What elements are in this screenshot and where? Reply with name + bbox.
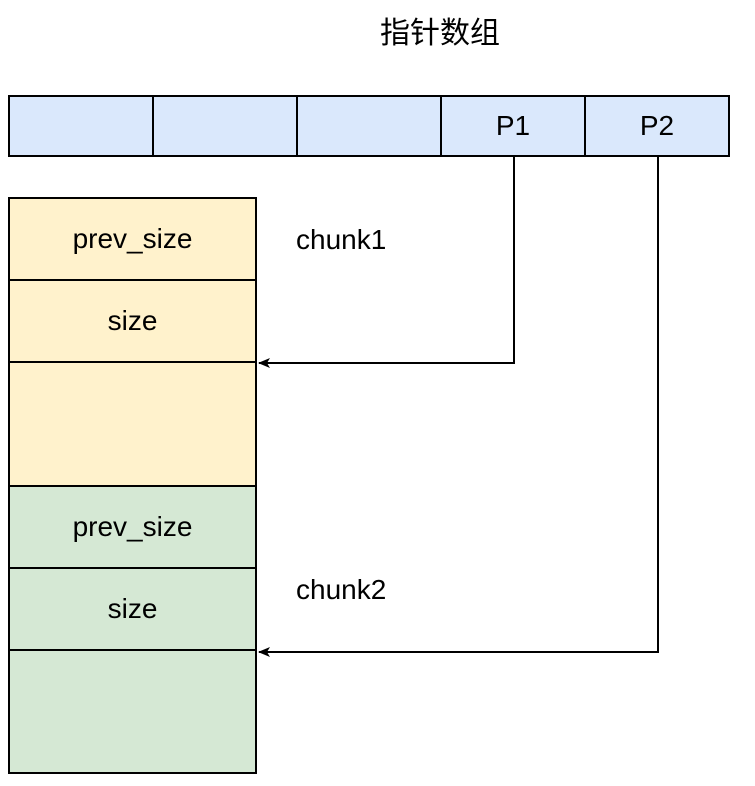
pointer-array-cell-2: [298, 97, 442, 155]
chunk1-prev-size-field: prev_size: [10, 199, 255, 281]
chunk2-prev-size-field: prev_size: [10, 487, 255, 569]
pointer-array-cell-1: [154, 97, 298, 155]
heap-memory: prev_size size prev_size size: [8, 197, 257, 774]
pointer-array-cell-0: [10, 97, 154, 155]
chunk2-user-data: [10, 651, 255, 772]
pointer-array-cell-p1: P1: [442, 97, 586, 155]
chunk2-label: chunk2: [296, 574, 387, 605]
pointer-array-cell-p2: P2: [639, 110, 675, 141]
chunk1-user-data: [10, 363, 255, 487]
p1-to-chunk1-arrow: [258, 157, 515, 368]
chunk2-size-field: size: [10, 569, 255, 651]
pointer-array: P1 P2: [8, 95, 730, 157]
chunk1-label: chunk1: [296, 224, 387, 255]
diagram-title: 指针数组: [380, 16, 500, 51]
chunk1-size-field: size: [10, 281, 255, 363]
